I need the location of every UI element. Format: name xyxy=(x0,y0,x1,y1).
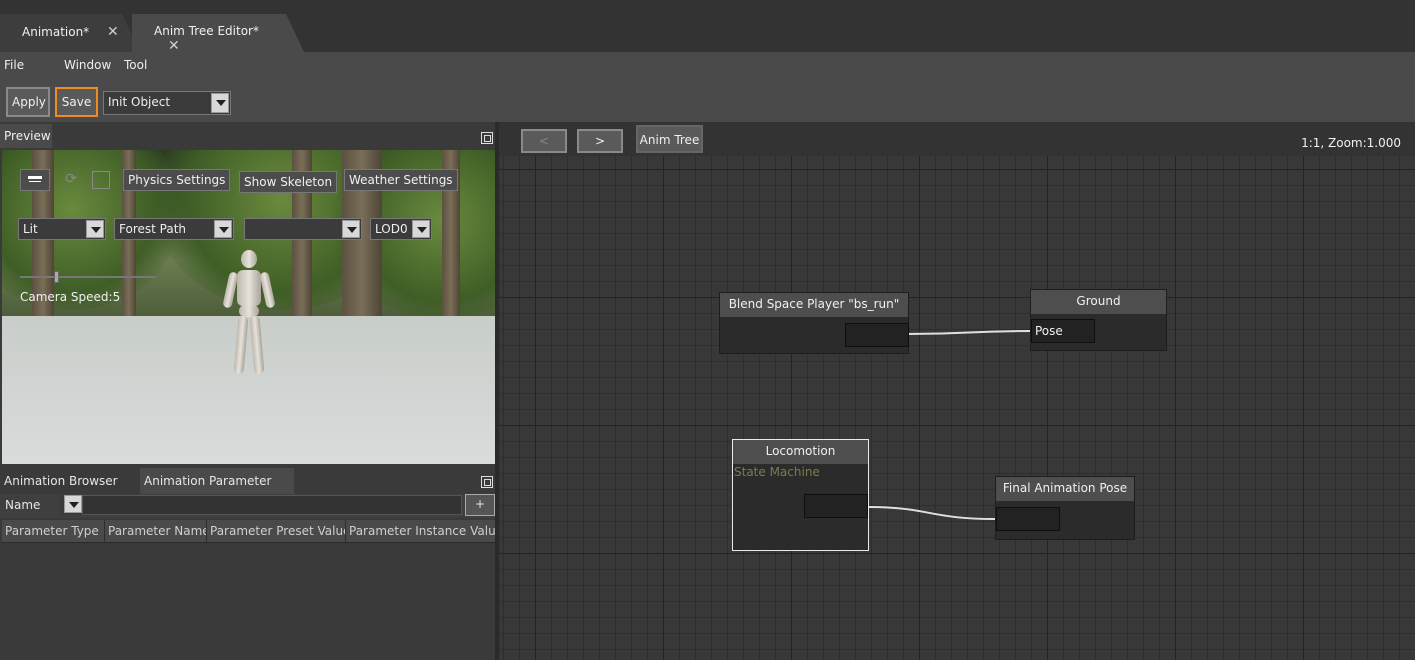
weather-settings-button[interactable]: Weather Settings xyxy=(344,169,458,191)
chevron-down-icon xyxy=(412,220,430,238)
filter-label: Name xyxy=(5,498,41,512)
preview-viewport[interactable]: ⟳ Physics Settings Show Skeleton Weather… xyxy=(2,150,495,464)
lighting-mode-value: Lit xyxy=(23,222,38,236)
node-title: Locomotion xyxy=(733,440,868,464)
graph-toolbar: < > Anim Tree 1:1, Zoom:1.000 xyxy=(499,122,1415,156)
preview-tab[interactable]: Preview xyxy=(0,124,52,148)
input-pin[interactable] xyxy=(996,507,1060,531)
output-pin[interactable] xyxy=(804,494,868,518)
tab-anim-tree-editor[interactable]: Anim Tree Editor* ✕ xyxy=(132,14,304,52)
dock-icon[interactable] xyxy=(481,132,493,144)
pin-label: Pose xyxy=(1035,324,1063,338)
toolbar: Apply Save Init Object xyxy=(0,82,1415,122)
column-parameter-instance-value[interactable]: Parameter Instance Value xyxy=(346,520,497,542)
node-subtitle: State Machine xyxy=(734,465,820,479)
preview-title: Preview xyxy=(4,129,51,143)
chevron-down-icon xyxy=(211,93,229,113)
menu-bar: File Window Tool xyxy=(0,52,1415,82)
parameter-table-header: Parameter Type Parameter Name Parameter … xyxy=(2,520,497,542)
tab-label: Anim Tree Editor* xyxy=(154,24,259,38)
parameter-table-body[interactable] xyxy=(2,542,497,660)
filter-combo[interactable] xyxy=(60,495,82,515)
screenshot-icon[interactable] xyxy=(92,171,110,189)
output-pin[interactable] xyxy=(845,323,909,347)
close-icon[interactable]: ✕ xyxy=(107,24,119,40)
chevron-down-icon xyxy=(342,220,360,238)
lod-combo[interactable]: LOD0 xyxy=(370,218,432,240)
column-parameter-preset-value[interactable]: Parameter Preset Value xyxy=(207,520,346,542)
environment-combo[interactable]: Forest Path xyxy=(114,218,234,240)
environment-value: Forest Path xyxy=(119,222,187,236)
column-parameter-type[interactable]: Parameter Type xyxy=(2,520,105,542)
preview-header: Preview xyxy=(0,124,497,150)
menu-window[interactable]: Window xyxy=(64,58,111,72)
document-tab-bar: Animation* ✕ Anim Tree Editor* ✕ xyxy=(0,0,1415,52)
tab-label: Animation Parameter xyxy=(144,474,272,488)
camera-speed-slider-track[interactable] xyxy=(20,271,156,283)
graph-canvas[interactable]: Blend Space Player "bs_run" Ground Pose … xyxy=(499,156,1415,660)
bottom-tab-bar: Animation Browser Animation Parameter xyxy=(0,468,497,494)
blank-combo[interactable] xyxy=(244,218,362,240)
connection-wires xyxy=(867,330,1031,520)
node-title: Ground xyxy=(1031,290,1166,314)
character-mannequin xyxy=(222,250,276,380)
chevron-down-icon xyxy=(214,220,232,238)
node-title: Final Animation Pose xyxy=(996,477,1134,501)
show-skeleton-button[interactable]: Show Skeleton xyxy=(239,171,338,193)
back-button[interactable]: < xyxy=(521,129,567,153)
lod-value: LOD0 xyxy=(375,222,408,236)
animation-parameter-panel: Animation Browser Animation Parameter Na… xyxy=(0,466,497,660)
node-blend-space-player[interactable]: Blend Space Player "bs_run" xyxy=(719,292,909,354)
chevron-down-icon xyxy=(64,495,82,513)
save-button[interactable]: Save xyxy=(55,87,98,117)
wire-locomotion-to-final[interactable] xyxy=(867,506,996,520)
object-combo-value: Init Object xyxy=(108,95,171,109)
tab-animation[interactable]: Animation* ✕ xyxy=(0,14,140,52)
column-parameter-name[interactable]: Parameter Name xyxy=(105,520,207,542)
tab-label: Animation Browser xyxy=(4,474,118,488)
chevron-down-icon xyxy=(86,220,104,238)
input-pin-pose[interactable]: Pose xyxy=(1031,319,1095,343)
anim-tree-graph-editor: < > Anim Tree 1:1, Zoom:1.000 Blend Spac… xyxy=(499,122,1415,660)
object-combo[interactable]: Init Object xyxy=(103,91,231,115)
node-final-animation-pose[interactable]: Final Animation Pose xyxy=(995,476,1135,540)
filter-input[interactable] xyxy=(82,495,462,515)
node-ground[interactable]: Ground Pose xyxy=(1030,289,1167,351)
parameter-filter-row: Name + xyxy=(0,494,497,518)
refresh-icon[interactable]: ⟳ xyxy=(62,171,80,189)
view-options-button[interactable] xyxy=(20,169,50,191)
camera-speed-slider-handle[interactable] xyxy=(54,271,59,283)
zoom-readout: 1:1, Zoom:1.000 xyxy=(1301,136,1401,150)
dock-icon[interactable] xyxy=(481,476,493,488)
add-parameter-button[interactable]: + xyxy=(465,494,495,516)
menu-file[interactable]: File xyxy=(4,58,24,72)
node-locomotion[interactable]: Locomotion State Machine xyxy=(732,439,869,551)
physics-settings-button[interactable]: Physics Settings xyxy=(123,169,231,191)
wire-blendspace-to-ground[interactable] xyxy=(907,330,1031,335)
lighting-mode-combo[interactable]: Lit xyxy=(18,218,106,240)
tab-animation-browser[interactable]: Animation Browser xyxy=(0,468,140,494)
forward-button[interactable]: > xyxy=(577,129,623,153)
camera-speed-label: Camera Speed:5 xyxy=(20,290,121,304)
tab-animation-parameter[interactable]: Animation Parameter xyxy=(140,468,294,494)
tab-label: Animation* xyxy=(22,25,90,39)
breadcrumb-anim-tree[interactable]: Anim Tree xyxy=(636,125,703,153)
apply-button[interactable]: Apply xyxy=(6,87,50,117)
menu-tool[interactable]: Tool xyxy=(124,58,147,72)
node-title: Blend Space Player "bs_run" xyxy=(720,293,908,317)
